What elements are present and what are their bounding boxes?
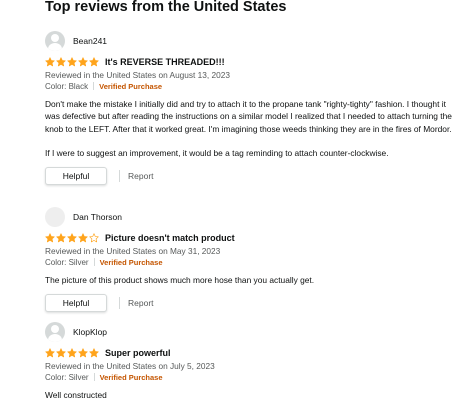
variant-label[interactable]: Color: Black	[45, 82, 88, 91]
reviewer-profile[interactable]: KlopKlop	[45, 321, 455, 343]
variant-info: Color: Silver Verified Purchase	[45, 257, 455, 268]
report-link[interactable]: Report	[128, 298, 154, 308]
star-filled-icon	[89, 348, 99, 358]
reviewer-name: Bean241	[73, 36, 108, 46]
variant-info: Color: Black Verified Purchase	[45, 81, 455, 92]
divider	[93, 82, 95, 90]
review-title[interactable]: It's REVERSE THREADED!!!	[105, 57, 225, 67]
review-date: Reviewed in the United States on August …	[45, 70, 230, 80]
review-card: Dan Thorson Picture doesn't match produc…	[45, 206, 455, 313]
review-actions: Helpful Report	[45, 167, 455, 186]
verified-badge: Verified Purchase	[99, 82, 163, 91]
reviewer-name: KlopKlop	[73, 327, 108, 337]
report-link[interactable]: Report	[128, 171, 154, 181]
review-body: Well constructed	[45, 389, 455, 401]
star-filled-icon	[78, 348, 88, 358]
reviewer-profile[interactable]: Bean241	[45, 30, 455, 52]
star-filled-icon	[45, 348, 55, 358]
variant-label[interactable]: Color: Silver	[45, 258, 89, 267]
star-empty-icon	[89, 233, 99, 243]
reviewer-name: Dan Thorson	[73, 212, 122, 222]
review-card: KlopKlop Super powerful Reviewed in the …	[45, 321, 455, 401]
star-filled-icon	[45, 57, 55, 67]
star-filled-icon	[78, 233, 88, 243]
avatar-icon	[45, 322, 65, 342]
divider	[119, 170, 120, 183]
review-paragraph: The picture of this product shows much m…	[45, 275, 315, 285]
star-filled-icon	[56, 348, 66, 358]
star-filled-icon	[67, 233, 77, 243]
review-date: Reviewed in the United States on May 31,…	[45, 246, 221, 256]
reviewer-profile[interactable]: Dan Thorson	[45, 206, 455, 228]
star-filled-icon	[56, 233, 66, 243]
variant-label[interactable]: Color: Silver	[45, 373, 89, 382]
review-date: Reviewed in the United States on July 5,…	[45, 361, 215, 371]
star-rating[interactable]	[45, 348, 100, 358]
review-card: Bean241 It's REVERSE THREADED!!! Reviewe…	[45, 30, 455, 186]
review-title[interactable]: Picture doesn't match product	[105, 233, 235, 243]
verified-badge: Verified Purchase	[99, 258, 163, 267]
verified-badge: Verified Purchase	[99, 373, 163, 382]
review-paragraph: Well constructed	[45, 390, 107, 400]
divider	[93, 258, 95, 266]
divider	[119, 297, 120, 310]
helpful-button[interactable]: Helpful	[45, 294, 107, 313]
star-rating[interactable]	[45, 57, 100, 67]
review-body: Don't make the mistake I initially did a…	[45, 98, 455, 159]
review-title[interactable]: Super powerful	[105, 348, 171, 358]
star-filled-icon	[67, 57, 77, 67]
star-filled-icon	[56, 57, 66, 67]
review-body: The picture of this product shows much m…	[45, 274, 455, 286]
star-filled-icon	[89, 57, 99, 67]
review-paragraph: If I were to suggest an improvement, it …	[45, 147, 389, 158]
star-filled-icon	[45, 233, 55, 243]
helpful-button[interactable]: Helpful	[45, 167, 107, 186]
star-filled-icon	[78, 57, 88, 67]
star-filled-icon	[67, 348, 77, 358]
variant-info: Color: Silver Verified Purchase	[45, 372, 455, 383]
divider	[93, 373, 95, 381]
section-title: Top reviews from the United States	[45, 0, 287, 15]
review-actions: Helpful Report	[45, 294, 455, 313]
review-paragraph: Don't make the mistake I initially did a…	[45, 99, 452, 134]
avatar-icon	[45, 207, 65, 227]
avatar-icon	[45, 31, 65, 51]
star-rating[interactable]	[45, 233, 100, 243]
